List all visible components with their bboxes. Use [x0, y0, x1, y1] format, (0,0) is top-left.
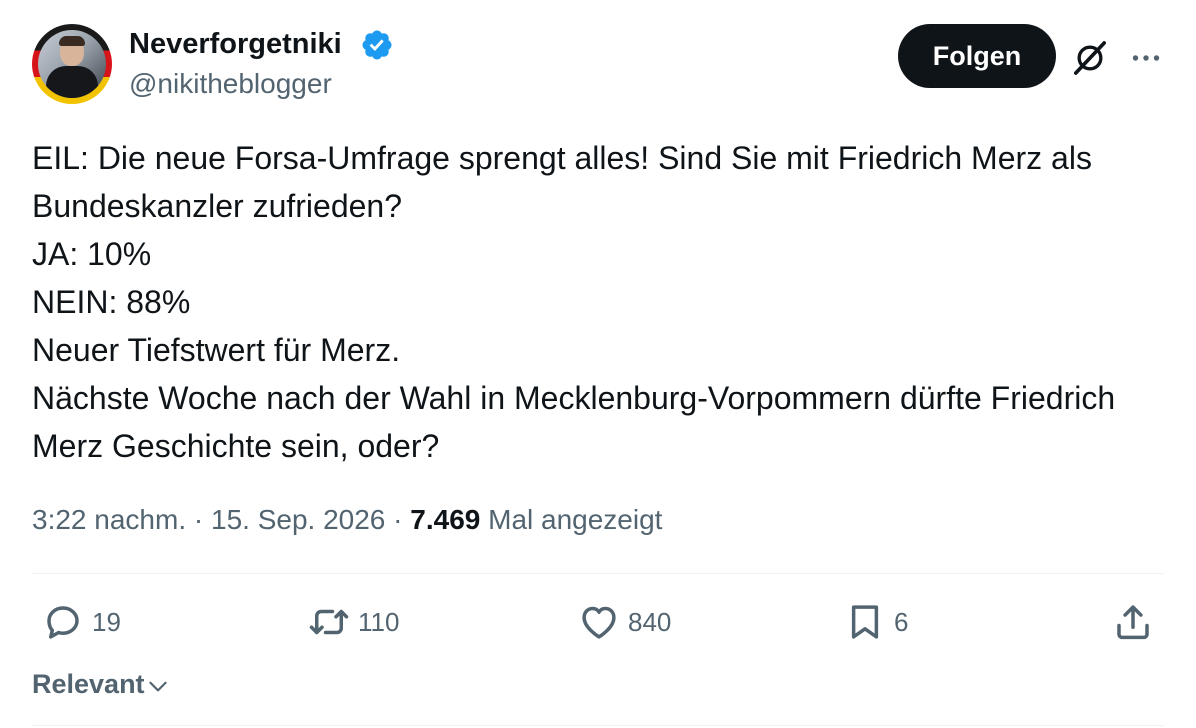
retweet-button[interactable]: 110	[308, 600, 399, 644]
chevron-down-icon	[148, 681, 167, 692]
user-handle[interactable]: @nikitheblogger	[129, 66, 332, 102]
share-button[interactable]	[1112, 600, 1154, 644]
divider	[32, 725, 1164, 726]
meta-separator: ·	[193, 504, 204, 535]
retweet-icon	[309, 609, 349, 635]
like-button[interactable]: 840	[578, 600, 671, 644]
bookmark-icon	[851, 605, 879, 639]
avatar[interactable]	[32, 24, 112, 104]
retweet-count: 110	[358, 606, 400, 637]
share-icon	[1117, 605, 1149, 640]
divider	[32, 573, 1164, 574]
tweet-line: EIL: Die neue Forsa-Umfrage sprengt alle…	[32, 140, 1092, 224]
tweet-text: EIL: Die neue Forsa-Umfrage sprengt alle…	[32, 134, 1162, 470]
reply-count: 19	[92, 606, 121, 637]
bookmark-button[interactable]: 6	[844, 600, 908, 644]
tweet-line: Nächste Woche nach der Wahl in Mecklenbu…	[32, 380, 1116, 464]
like-count: 840	[628, 606, 672, 637]
display-name[interactable]: Neverforgetniki	[129, 26, 342, 62]
verified-badge-icon	[362, 30, 392, 60]
tweet-time[interactable]: 3:22 nachm.	[32, 504, 186, 535]
tweet-line: NEIN: 88%	[32, 284, 191, 320]
meta-separator: ·	[393, 504, 403, 535]
views-label: Mal angezeigt	[488, 504, 663, 535]
heart-icon	[582, 606, 616, 639]
avatar-photo	[38, 30, 106, 98]
sort-label: Relevant	[32, 669, 145, 699]
grok-icon[interactable]	[1070, 38, 1110, 78]
tweet-line: Neuer Tiefstwert für Merz.	[32, 332, 401, 368]
more-icon[interactable]	[1128, 40, 1164, 76]
views-count: 7.469	[410, 504, 481, 535]
sort-dropdown[interactable]: Relevant	[32, 666, 171, 702]
reply-icon	[47, 606, 79, 639]
bookmark-count: 6	[894, 606, 909, 637]
tweet-line: JA: 10%	[32, 236, 152, 272]
follow-button[interactable]: Folgen	[898, 24, 1056, 88]
tweet-meta: 3:22 nachm. · 15. Sep. 2026 · 7.469 Mal …	[32, 502, 662, 538]
tweet-date[interactable]: 15. Sep. 2026	[211, 504, 385, 535]
reply-button[interactable]: 19	[42, 600, 121, 644]
tweet-detail: Neverforgetniki @nikitheblogger Folgen E…	[0, 0, 1196, 728]
